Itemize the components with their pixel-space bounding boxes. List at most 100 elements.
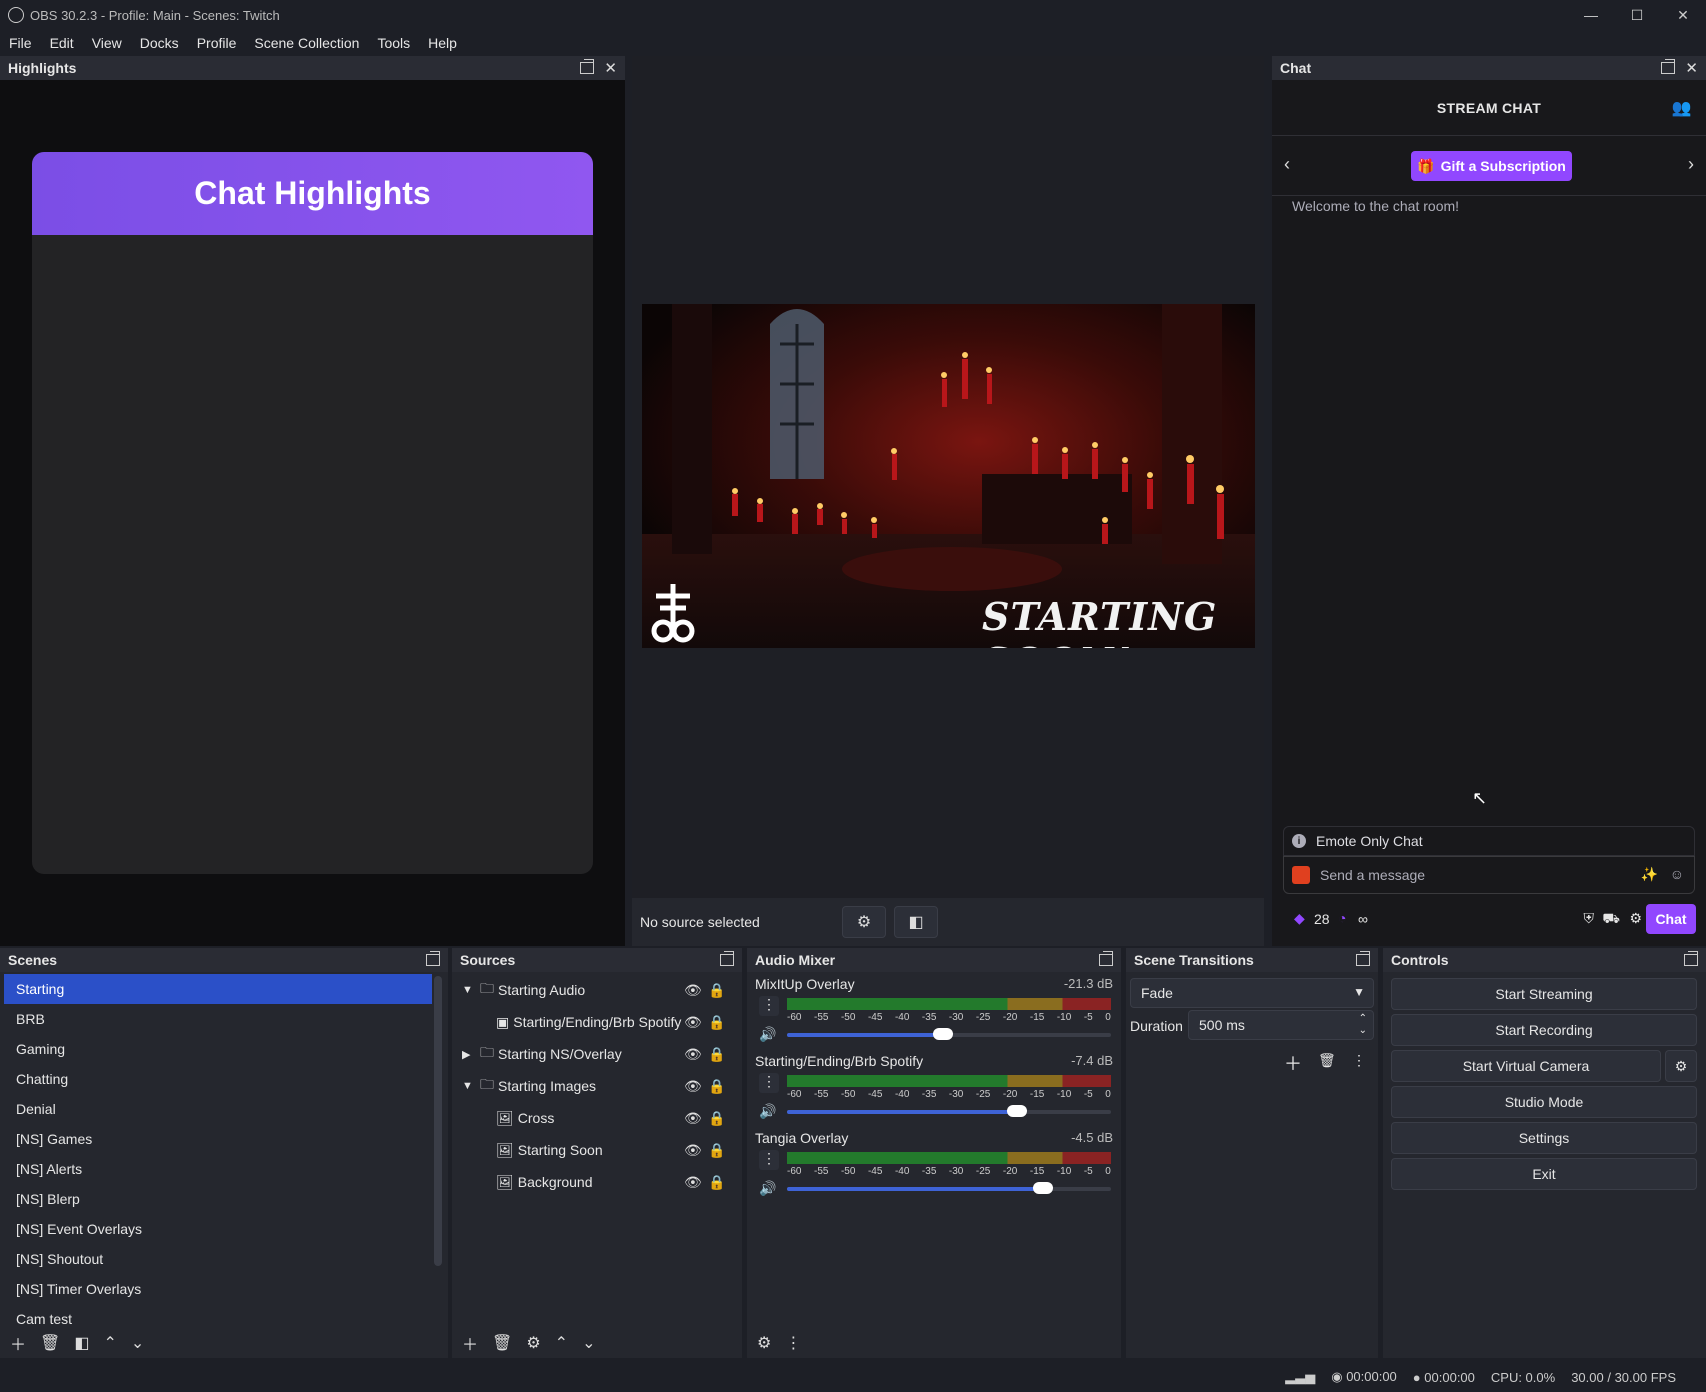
channel-menu-icon[interactable]: ⋮: [759, 1073, 779, 1093]
channel-points-icon[interactable]: ◆: [1294, 910, 1305, 927]
menu-view[interactable]: View: [83, 35, 131, 51]
visibility-eye-icon[interactable]: 👁: [684, 1078, 702, 1095]
volume-slider[interactable]: [787, 1105, 1111, 1117]
start-streaming-button[interactable]: Start Streaming: [1391, 978, 1697, 1010]
transition-select[interactable]: Fade ▼: [1130, 978, 1374, 1008]
move-up-icon[interactable]: ⌃: [555, 1333, 568, 1353]
start-virtual-camera-button[interactable]: Start Virtual Camera: [1391, 1050, 1661, 1082]
float-dock-icon[interactable]: [1356, 951, 1370, 966]
channel-menu-icon[interactable]: ⋮: [759, 996, 779, 1016]
lock-icon[interactable]: 🔒: [708, 1014, 725, 1031]
users-icon[interactable]: 👥: [1672, 98, 1692, 118]
expand-arrow-icon[interactable]: ▼: [462, 1080, 476, 1092]
move-down-icon[interactable]: ⌄: [131, 1333, 144, 1353]
speaker-icon[interactable]: 🔊: [759, 1026, 776, 1043]
scene-filters-icon[interactable]: ◧: [74, 1333, 89, 1353]
scene-item[interactable]: Denial: [4, 1094, 432, 1124]
menu-file[interactable]: File: [0, 35, 41, 51]
remove-scene-icon[interactable]: 🗑: [40, 1333, 60, 1353]
expand-arrow-icon[interactable]: ▶: [462, 1048, 476, 1061]
scene-item[interactable]: [NS] Alerts: [4, 1154, 432, 1184]
visibility-eye-icon[interactable]: 👁: [684, 1046, 702, 1063]
source-filters-button[interactable]: ◧: [894, 906, 938, 938]
scene-item[interactable]: [NS] Timer Overlays: [4, 1274, 432, 1304]
transition-menu-icon[interactable]: ⋮: [1352, 1052, 1366, 1069]
source-item[interactable]: ▣ Starting/Ending/Brb Spotify 👁 🔒: [452, 1006, 742, 1038]
party-icon[interactable]: ✨: [1641, 866, 1658, 883]
visibility-eye-icon[interactable]: 👁: [684, 1174, 702, 1191]
volume-slider-knob[interactable]: [1007, 1105, 1028, 1117]
add-transition-icon[interactable]: ＋: [1284, 1050, 1302, 1076]
add-scene-icon[interactable]: ＋: [10, 1331, 26, 1355]
menu-edit[interactable]: Edit: [41, 35, 83, 51]
menu-help[interactable]: Help: [419, 35, 466, 51]
volume-slider[interactable]: [787, 1028, 1111, 1040]
speaker-icon[interactable]: 🔊: [759, 1180, 776, 1197]
source-item[interactable]: 🖼 Starting Soon 👁 🔒: [452, 1134, 742, 1166]
scene-item[interactable]: [NS] Games: [4, 1124, 432, 1154]
lock-icon[interactable]: 🔒: [708, 1078, 725, 1095]
menu-docks[interactable]: Docks: [131, 35, 188, 51]
minimize-button[interactable]: —: [1568, 0, 1614, 30]
menu-profile[interactable]: Profile: [188, 35, 246, 51]
spin-arrows-icon[interactable]: ⌃ ⌄: [1359, 1013, 1367, 1037]
visibility-eye-icon[interactable]: 👁: [684, 1110, 702, 1127]
chevron-right-icon[interactable]: ›: [1688, 154, 1694, 175]
source-item[interactable]: ▶ 🗀 Starting NS/Overlay 👁 🔒: [452, 1038, 742, 1070]
close-button[interactable]: ✕: [1660, 0, 1706, 30]
close-dock-icon[interactable]: ✕: [1685, 61, 1698, 76]
move-down-icon[interactable]: ⌄: [582, 1333, 595, 1353]
volume-slider-knob[interactable]: [932, 1028, 953, 1040]
source-item[interactable]: 🖼 Cross 👁 🔒: [452, 1102, 742, 1134]
lock-icon[interactable]: 🔒: [708, 1174, 725, 1191]
duration-input[interactable]: 500 ms ⌃ ⌄: [1188, 1010, 1374, 1040]
scene-item[interactable]: Cam test: [4, 1304, 432, 1324]
channel-menu-icon[interactable]: ⋮: [759, 1150, 779, 1170]
maximize-button[interactable]: ☐: [1614, 0, 1660, 30]
source-properties-button[interactable]: ⚙: [842, 906, 886, 938]
studio-mode-button[interactable]: Studio Mode: [1391, 1086, 1697, 1118]
mixer-menu-icon[interactable]: ⋮: [785, 1333, 801, 1353]
gift-subscription-button[interactable]: 🎁 Gift a Subscription: [1411, 151, 1572, 181]
lock-icon[interactable]: 🔒: [708, 982, 725, 999]
emote-picker-icon[interactable]: ☺: [1670, 866, 1684, 882]
scene-item[interactable]: BRB: [4, 1004, 432, 1034]
float-dock-icon[interactable]: [720, 951, 734, 966]
float-dock-icon[interactable]: [1684, 951, 1698, 966]
remove-transition-icon[interactable]: 🗑: [1318, 1052, 1336, 1069]
source-item[interactable]: 🖼 Background 👁 🔒: [452, 1166, 742, 1198]
hype-cart-icon[interactable]: ⛟: [1602, 910, 1620, 929]
scene-list-scrollbar[interactable]: [434, 976, 442, 1266]
source-properties-icon[interactable]: ⚙: [526, 1333, 540, 1353]
scene-item[interactable]: [NS] Shoutout: [4, 1244, 432, 1274]
visibility-eye-icon[interactable]: 👁: [684, 982, 702, 999]
visibility-eye-icon[interactable]: 👁: [684, 1142, 702, 1159]
volume-slider[interactable]: [787, 1182, 1111, 1194]
close-dock-icon[interactable]: ✕: [604, 61, 617, 76]
source-item[interactable]: ▼ 🗀 Starting Images 👁 🔒: [452, 1070, 742, 1102]
preview-canvas[interactable]: STARTING SOON!: [642, 304, 1255, 648]
lock-icon[interactable]: 🔒: [708, 1142, 725, 1159]
scene-item[interactable]: [NS] Event Overlays: [4, 1214, 432, 1244]
settings-button[interactable]: Settings: [1391, 1122, 1697, 1154]
add-source-icon[interactable]: ＋: [462, 1331, 478, 1355]
chat-send-button[interactable]: Chat: [1646, 904, 1696, 934]
exit-button[interactable]: Exit: [1391, 1158, 1697, 1190]
scene-item[interactable]: Starting: [4, 974, 432, 1004]
advanced-audio-icon[interactable]: ⚙: [757, 1333, 771, 1353]
lock-icon[interactable]: 🔒: [708, 1110, 725, 1127]
start-recording-button[interactable]: Start Recording: [1391, 1014, 1697, 1046]
source-item[interactable]: ▼ 🗀 Starting Audio 👁 🔒: [452, 974, 742, 1006]
float-dock-icon[interactable]: [1099, 951, 1113, 966]
expand-arrow-icon[interactable]: ▼: [462, 984, 476, 996]
volume-slider-knob[interactable]: [1032, 1182, 1053, 1194]
float-dock-icon[interactable]: [426, 951, 440, 966]
scene-item[interactable]: Gaming: [4, 1034, 432, 1064]
mod-shield-icon[interactable]: ⛨: [1584, 910, 1595, 927]
menu-scene-collection[interactable]: Scene Collection: [245, 35, 368, 51]
scene-item[interactable]: [NS] Blerp: [4, 1184, 432, 1214]
scene-item[interactable]: Chatting: [4, 1064, 432, 1094]
chat-settings-icon[interactable]: ⚙: [1629, 910, 1642, 927]
visibility-eye-icon[interactable]: 👁: [684, 1014, 702, 1031]
lock-icon[interactable]: 🔒: [708, 1046, 725, 1063]
